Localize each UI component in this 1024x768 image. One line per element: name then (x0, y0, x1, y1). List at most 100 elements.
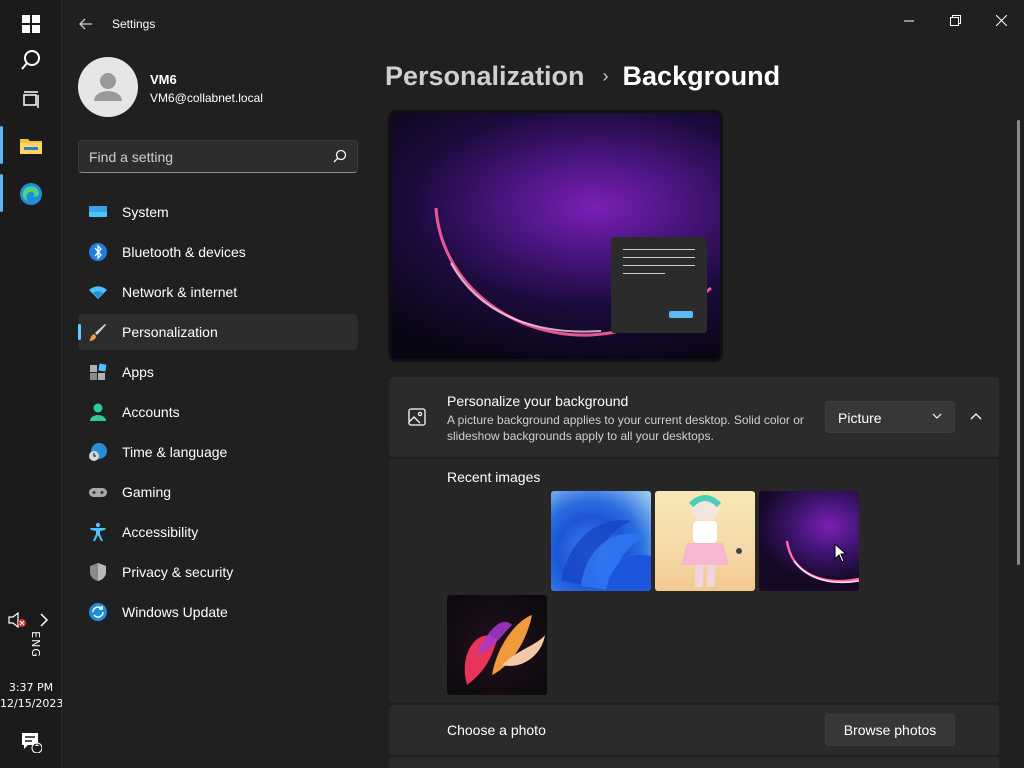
sidebar-item-system[interactable]: System (78, 194, 358, 230)
restore-button[interactable] (932, 4, 978, 36)
windows-logo-icon (22, 15, 40, 33)
search-icon[interactable] (333, 149, 347, 163)
update-icon (89, 603, 107, 621)
task-view-icon (23, 91, 39, 108)
sidebar-item-network[interactable]: Network & internet (78, 274, 358, 310)
sidebar-item-label: System (122, 204, 169, 220)
sidebar-item-label: Bluetooth & devices (122, 244, 246, 260)
choose-photo-row: Choose a photo Browse photos (389, 705, 999, 755)
running-indicator (0, 126, 3, 164)
edge-button[interactable] (11, 174, 51, 214)
clock-date[interactable]: 12/15/2023 (0, 697, 63, 710)
breadcrumb: Personalization › Background (385, 58, 780, 94)
next-setting-row (389, 757, 999, 768)
close-button[interactable] (978, 4, 1024, 36)
minimize-icon (904, 20, 914, 22)
sidebar-item-label: Apps (122, 364, 154, 380)
personalize-background-card: Personalize your background A picture ba… (389, 377, 999, 457)
image-icon (408, 408, 426, 426)
background-type-select[interactable]: Picture (825, 401, 955, 433)
user-email: VM6@collabnet.local (150, 91, 263, 105)
bluetooth-icon (89, 243, 107, 261)
sidebar-item-label: Personalization (122, 324, 218, 340)
chevron-down-icon (932, 413, 942, 419)
chevron-up-icon (970, 413, 982, 420)
minimize-button[interactable] (886, 4, 932, 36)
preview-sample-window (611, 237, 707, 333)
shield-icon (90, 563, 106, 581)
collapse-button[interactable] (963, 401, 989, 433)
settings-window: Settings VM6 VM6@collabnet.local Find a … (62, 0, 1024, 768)
sidebar-item-label: Windows Update (122, 604, 228, 620)
sidebar-item-accessibility[interactable]: Accessibility (78, 514, 358, 550)
file-explorer-button[interactable] (11, 126, 51, 166)
recent-image-thumbnail[interactable] (551, 491, 651, 591)
gamepad-icon (89, 488, 107, 497)
sidebar-item-apps[interactable]: Apps (78, 354, 358, 390)
taskbar: ENG 3:37 PM 12/15/2023 1 (0, 0, 63, 768)
sidebar-item-label: Privacy & security (122, 564, 234, 580)
sidebar-item-bluetooth[interactable]: Bluetooth & devices (78, 234, 358, 270)
volume-button[interactable] (6, 600, 30, 640)
close-icon (995, 14, 1007, 26)
scrollbar[interactable] (1017, 120, 1020, 565)
person-icon (90, 403, 106, 421)
recent-image-thumbnail[interactable] (447, 595, 547, 695)
sidebar-item-label: Time & language (122, 444, 228, 460)
sidebar-item-gaming[interactable]: Gaming (78, 474, 358, 510)
wifi-icon (89, 286, 107, 299)
search-button[interactable] (11, 40, 51, 80)
sidebar-item-privacy[interactable]: Privacy & security (78, 554, 358, 590)
volume-muted-icon (8, 612, 26, 628)
breadcrumb-separator: › (602, 65, 609, 86)
mouse-cursor-icon (834, 543, 848, 563)
notification-count: 1 (34, 739, 40, 749)
notifications-button[interactable]: 1 (11, 722, 51, 762)
arrow-left-icon (79, 18, 92, 30)
card-title: Personalize your background (447, 393, 629, 409)
edge-icon (20, 183, 42, 205)
paintbrush-icon (89, 324, 106, 341)
settings-search (78, 140, 358, 173)
choose-photo-label: Choose a photo (447, 722, 546, 738)
breadcrumb-parent[interactable]: Personalization (385, 61, 585, 92)
recent-image-thumbnail[interactable] (655, 491, 755, 591)
recent-images-section: Recent images (389, 459, 999, 703)
clock-time[interactable]: 3:37 PM (0, 681, 62, 694)
browse-photos-button[interactable]: Browse photos (825, 714, 955, 746)
person-silhouette-icon (94, 73, 122, 101)
task-view-button[interactable] (11, 80, 51, 120)
sidebar-item-windows-update[interactable]: Windows Update (78, 594, 358, 630)
folder-icon (20, 139, 42, 154)
running-indicator (0, 174, 3, 212)
sidebar-item-time-language[interactable]: Time & language (78, 434, 358, 470)
search-input[interactable] (79, 141, 329, 172)
language-indicator[interactable]: ENG (29, 631, 42, 658)
avatar[interactable] (78, 57, 138, 117)
search-icon (21, 50, 40, 70)
card-description: A picture background applies to your cur… (447, 413, 804, 443)
accessibility-icon (90, 522, 106, 541)
recent-image-thumbnail[interactable] (759, 491, 859, 591)
sidebar-item-label: Network & internet (122, 284, 238, 300)
sidebar-item-label: Accessibility (122, 524, 199, 540)
restore-icon (949, 14, 961, 26)
globe-clock-icon (89, 443, 107, 461)
title-bar: Settings (62, 0, 1024, 48)
select-value: Picture (838, 410, 882, 426)
page-title: Background (622, 60, 781, 91)
app-title: Settings (112, 17, 156, 31)
back-button[interactable] (74, 12, 98, 36)
desktop-preview (388, 110, 723, 362)
user-name: VM6 (150, 72, 177, 87)
chevron-right-icon (40, 613, 49, 627)
sidebar-item-label: Gaming (122, 484, 172, 500)
start-button[interactable] (11, 4, 51, 44)
monitor-icon (89, 206, 107, 217)
sidebar-nav: System Bluetooth & devices Network & int… (78, 194, 358, 634)
apps-icon (90, 363, 107, 380)
sidebar-item-label: Accounts (122, 404, 180, 420)
sidebar-item-personalization[interactable]: Personalization (78, 314, 358, 350)
recent-images-label: Recent images (447, 469, 541, 485)
sidebar-item-accounts[interactable]: Accounts (78, 394, 358, 430)
